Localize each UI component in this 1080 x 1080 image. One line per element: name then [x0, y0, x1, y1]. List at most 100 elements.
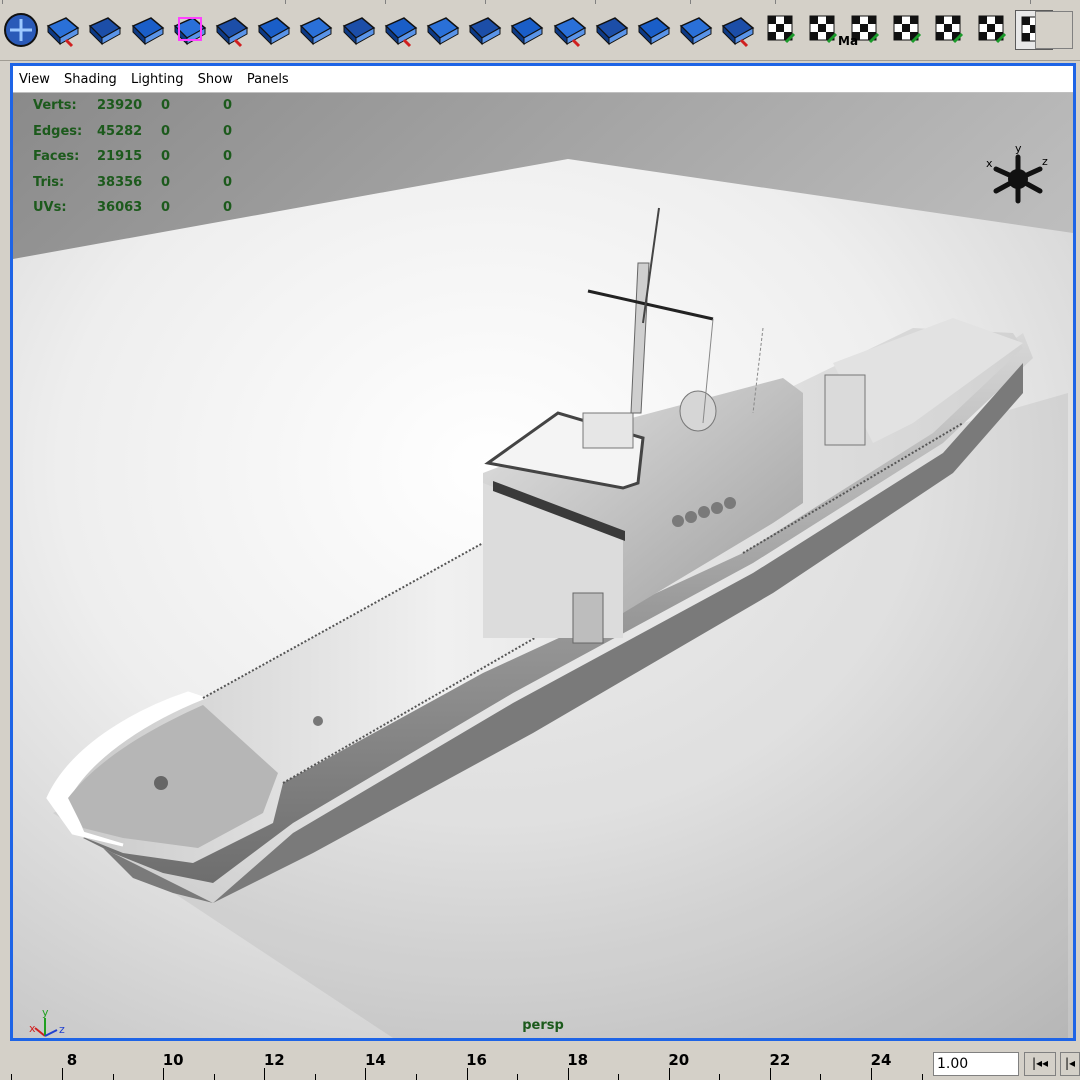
- hud-value: 0: [161, 98, 171, 113]
- time-tick: [112, 1074, 114, 1080]
- bevel-icon[interactable]: [382, 10, 420, 50]
- time-label: 14: [364, 1051, 386, 1069]
- hud-row-uvs: UVs: 36063 0 0: [33, 200, 273, 226]
- shelf-divider: [775, 0, 776, 4]
- hud-value: 0: [161, 200, 171, 215]
- panel-menu-bar: View Shading Lighting Show Panels: [13, 66, 1073, 93]
- shelf-divider: [1030, 0, 1031, 4]
- time-label: 24: [870, 1051, 892, 1069]
- hud-label: Tris:: [33, 174, 65, 190]
- hud-value: 0: [223, 98, 233, 113]
- time-tick: [365, 1068, 367, 1080]
- append-poly-icon[interactable]: [508, 10, 546, 50]
- time-tick: [163, 1068, 165, 1080]
- extrude-edge-icon[interactable]: [340, 10, 378, 50]
- split-edge-icon[interactable]: [593, 10, 631, 50]
- shelf-map-label: Ma: [838, 34, 859, 48]
- poly-combine-icon[interactable]: [129, 10, 167, 50]
- hud-row-edges: Edges: 45282 0 0: [33, 124, 273, 150]
- hud-row-verts: Verts: 23920 0 0: [33, 98, 273, 124]
- poly-plane-icon[interactable]: [213, 10, 251, 50]
- time-tick: [769, 1068, 771, 1080]
- time-tick: [719, 1074, 721, 1080]
- poly-sphere-icon[interactable]: [86, 10, 124, 50]
- time-label: 8: [66, 1051, 78, 1069]
- time-tick: [517, 1074, 519, 1080]
- ship-deckhouse: [582, 412, 634, 449]
- time-tick: [820, 1074, 822, 1080]
- time-tick: [668, 1068, 670, 1080]
- hud-value: 0: [223, 149, 233, 164]
- planar-map-icon[interactable]: [804, 10, 842, 50]
- poly-create-icon[interactable]: [44, 10, 82, 50]
- current-frame-field[interactable]: 1.00: [933, 1052, 1019, 1076]
- shelf-toolbar: Ma: [0, 0, 1080, 61]
- time-slider[interactable]: 8 10 12 14 16 18 20 22 24: [0, 1043, 928, 1080]
- hud-label: Verts:: [33, 98, 77, 113]
- poly-cube-icon[interactable]: [171, 10, 209, 50]
- hud-label: Edges:: [33, 123, 83, 139]
- spherical-map-icon[interactable]: [930, 10, 968, 50]
- shelf-empty-slot[interactable]: [1035, 11, 1073, 49]
- sculpt-icon[interactable]: [762, 10, 800, 50]
- extract-icon[interactable]: [719, 10, 757, 50]
- time-tick: [264, 1068, 266, 1080]
- merge-vertex-icon[interactable]: [466, 10, 504, 50]
- time-tick: [11, 1074, 13, 1080]
- hud-value: 36063: [97, 200, 143, 215]
- time-tick: [415, 1074, 417, 1080]
- texture-map-icon[interactable]: [973, 10, 1011, 50]
- shelf-divider: [595, 0, 596, 4]
- rewind-button[interactable]: |◂◂: [1024, 1052, 1056, 1076]
- bridge-icon[interactable]: [2, 10, 40, 50]
- menu-panels[interactable]: Panels: [241, 66, 293, 87]
- perspective-view[interactable]: x y z x y z: [13, 93, 1073, 1038]
- hud-value: 0: [223, 200, 233, 215]
- step-back-button[interactable]: |◂: [1060, 1052, 1080, 1076]
- split-poly-icon[interactable]: [424, 10, 462, 50]
- menu-shading[interactable]: Shading: [58, 66, 121, 87]
- hud-row-faces: Faces: 21915 0 0: [33, 149, 273, 175]
- menu-view[interactable]: View: [13, 66, 54, 87]
- time-label: 20: [668, 1051, 690, 1069]
- ship-capstan: [313, 716, 323, 726]
- menu-lighting[interactable]: Lighting: [125, 66, 188, 87]
- view-compass-x-label: x: [986, 157, 993, 170]
- shelf-divider: [285, 0, 286, 4]
- hud-value: 38356: [97, 174, 143, 190]
- time-tick: [213, 1074, 215, 1080]
- hud-row-tris: Tris: 38356 0 0: [33, 175, 273, 201]
- hud-value: 0: [223, 123, 233, 139]
- wedge-face-icon[interactable]: [635, 10, 673, 50]
- extrude-face-icon[interactable]: [297, 10, 335, 50]
- time-tick: [871, 1068, 872, 1080]
- hud-value: 0: [161, 174, 171, 190]
- hud-value: 0: [223, 174, 233, 190]
- time-label: 22: [769, 1051, 791, 1069]
- time-tick: [567, 1068, 569, 1080]
- hud-value: 21915: [97, 149, 143, 164]
- duplicate-face-icon[interactable]: [677, 10, 715, 50]
- hud-value: 45282: [97, 123, 143, 139]
- ship-forward-winch: [154, 776, 168, 790]
- time-tick: [618, 1074, 620, 1080]
- poly-count-hud: Verts: 23920 0 0 Edges: 45282 0 0 Faces:…: [33, 98, 273, 226]
- hud-label: Faces:: [33, 149, 80, 164]
- time-label: 18: [567, 1051, 589, 1069]
- camera-name-label: persp: [522, 1018, 564, 1033]
- shelf-divider: [385, 0, 386, 4]
- view-compass-z-label: z: [1042, 155, 1048, 168]
- hud-value: 0: [161, 123, 171, 139]
- viewport-panel[interactable]: View Shading Lighting Show Panels x y z …: [10, 63, 1076, 1041]
- ship-stern-house: [824, 374, 866, 446]
- shelf-divider: [2, 0, 3, 4]
- shelf-divider: [485, 0, 486, 4]
- menu-show[interactable]: Show: [192, 66, 237, 87]
- poly-select-icon[interactable]: [255, 10, 293, 50]
- ship-crane-block: [572, 592, 604, 644]
- ship-radome: [679, 390, 717, 432]
- cylindrical-map-icon[interactable]: [888, 10, 926, 50]
- time-label: 16: [466, 1051, 487, 1069]
- shelf-divider: [690, 0, 691, 4]
- cut-faces-icon[interactable]: [551, 10, 589, 50]
